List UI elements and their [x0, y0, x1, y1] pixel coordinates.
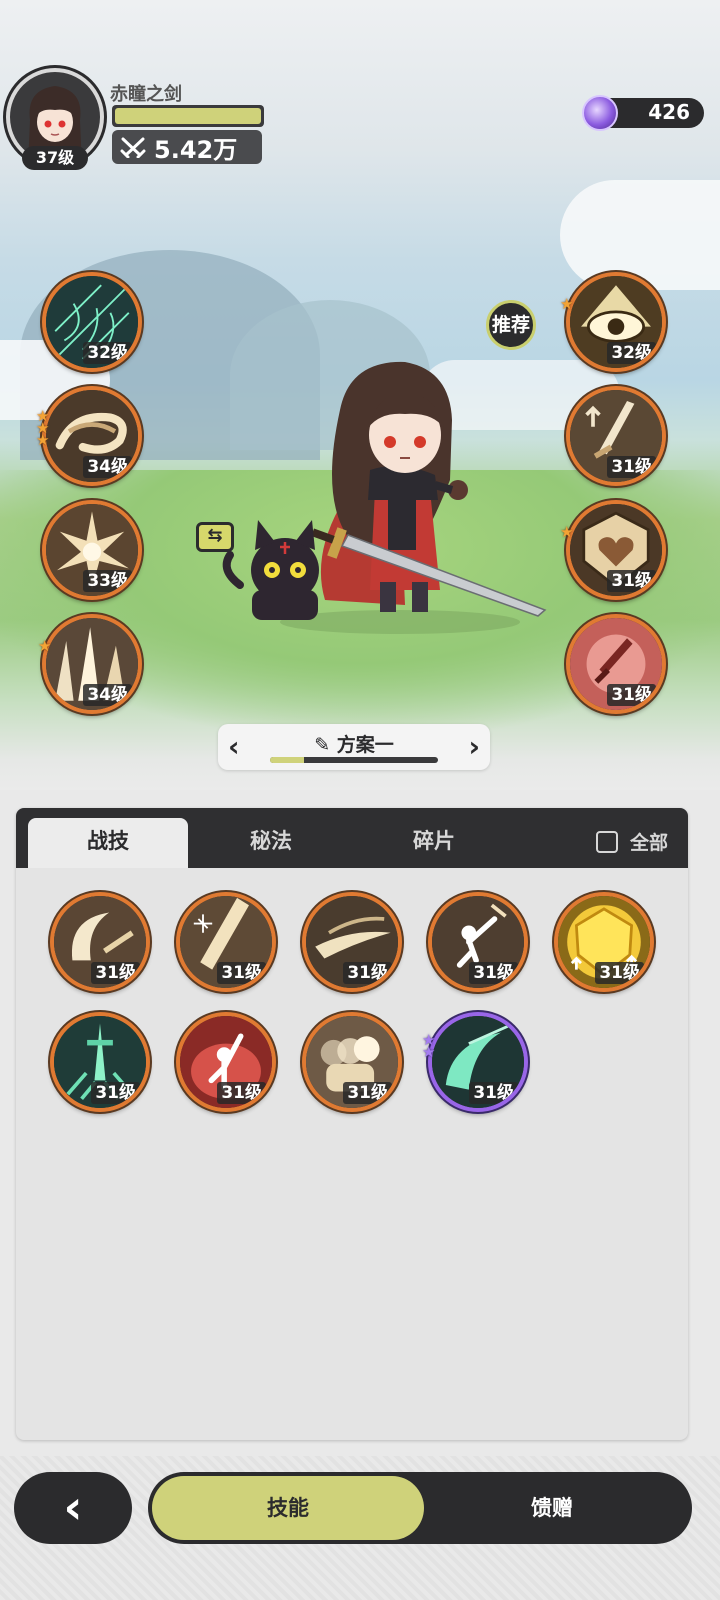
skill-panel: 战技 秘法 碎片 全部 31级 31级 31级 31级 31级 31级 31级 … [16, 808, 688, 1440]
skill-level: 31级 [91, 962, 140, 984]
currency-amount: 426 [648, 100, 690, 124]
slot-level: 34级 [83, 684, 132, 706]
slot-level: 31级 [607, 456, 656, 478]
battle-scene: 37级 赤瞳之剑 5.42万 426 32级 34级 ★ ★ ★ 33级 34级… [0, 0, 720, 790]
skill-level: 31级 [91, 1082, 140, 1104]
skill-item[interactable]: 31级 [176, 892, 276, 992]
slot-level: 33级 [83, 570, 132, 592]
cloud [560, 180, 720, 290]
filter-all-checkbox[interactable] [595, 830, 618, 853]
tab-fragments[interactable]: 碎片 [354, 818, 514, 868]
mode-switch: 技能 馈赠 [148, 1472, 692, 1544]
skill-item[interactable]: 31级 [302, 1012, 402, 1112]
equipped-slot-right-3[interactable]: 31级 [566, 500, 666, 600]
player-level-badge: 37级 [22, 146, 88, 170]
tab-combat-skills[interactable]: 战技 [28, 818, 188, 868]
loadout-progress [270, 757, 438, 763]
tab-bar: 战技 秘法 碎片 全部 [16, 808, 688, 868]
hp-bar [112, 105, 264, 127]
bottom-bar: ‹ 技能 馈赠 [0, 1456, 720, 1600]
skill-item[interactable]: 31级 [428, 892, 528, 992]
skill-level: 31级 [469, 1082, 518, 1104]
combat-power: 5.42万 [112, 130, 262, 164]
equipped-slot-right-2[interactable]: 31级 [566, 386, 666, 486]
slot-level: 31级 [607, 570, 656, 592]
edit-pencil-icon: ✎ [314, 734, 331, 756]
star-rank-icon: ★ [38, 637, 52, 655]
equipped-slot-left-2[interactable]: 34级 [42, 386, 142, 486]
slot-level: 34级 [83, 456, 132, 478]
slot-level: 32级 [607, 342, 656, 364]
loadout-progress-fill [270, 757, 304, 763]
skill-item[interactable]: 31级 [50, 1012, 150, 1112]
equipped-slot-left-1[interactable]: 32级 [42, 272, 142, 372]
equipped-slot-right-1[interactable]: 32级 [566, 272, 666, 372]
equipped-slot-left-4[interactable]: 34级 [42, 614, 142, 714]
player-name: 赤瞳之剑 [110, 84, 182, 105]
filter-all-label: 全部 [629, 832, 668, 854]
skill-level: 31级 [343, 962, 392, 984]
slot-level: 32级 [83, 342, 132, 364]
loadout-name-button[interactable]: ✎ 方案一 [218, 730, 490, 757]
equipped-slot-right-4[interactable]: 31级 [566, 614, 666, 714]
star-rank-icon: ★ ★ ★ [36, 407, 50, 449]
combat-power-value: 5.42万 [154, 135, 238, 164]
hero-character [222, 361, 547, 634]
back-arrow-icon[interactable]: ‹ [14, 1472, 132, 1544]
next-loadout-icon[interactable]: › [468, 730, 480, 763]
skill-level: 31级 [217, 962, 266, 984]
filter-all-toggle[interactable]: 全部 [595, 828, 668, 855]
skill-level: 31级 [217, 1082, 266, 1104]
tab-arcana[interactable]: 秘法 [191, 818, 351, 868]
skill-item[interactable]: 31级 [428, 1012, 528, 1112]
star-rank-icon: ★ [560, 295, 574, 313]
skill-item[interactable]: 31级 [554, 892, 654, 992]
crossed-swords-icon [120, 137, 146, 158]
currency-display[interactable]: 426 [582, 95, 704, 131]
hp-fill [115, 108, 261, 124]
loadout-switcher: ‹ ✎ 方案一 › [218, 724, 490, 770]
recommend-button[interactable]: 推荐 [486, 300, 536, 350]
star-rank-icon: ★ ★ [422, 1031, 436, 1061]
star-rank-icon: ★ [560, 523, 574, 541]
skill-item[interactable]: 31级 [176, 1012, 276, 1112]
skill-item[interactable]: 31级 [50, 892, 150, 992]
equipped-slot-left-3[interactable]: 33级 [42, 500, 142, 600]
skill-level: 31级 [469, 962, 518, 984]
skills-mode-button[interactable]: 技能 [152, 1476, 424, 1540]
crystal-gem-icon [582, 95, 618, 131]
slot-level: 31级 [607, 684, 656, 706]
skill-level: 31级 [343, 1082, 392, 1104]
gift-mode-button[interactable]: 馈赠 [416, 1476, 688, 1540]
skill-level: 31级 [595, 962, 644, 984]
loadout-name: 方案一 [336, 734, 394, 756]
skill-item[interactable]: 31级 [302, 892, 402, 992]
